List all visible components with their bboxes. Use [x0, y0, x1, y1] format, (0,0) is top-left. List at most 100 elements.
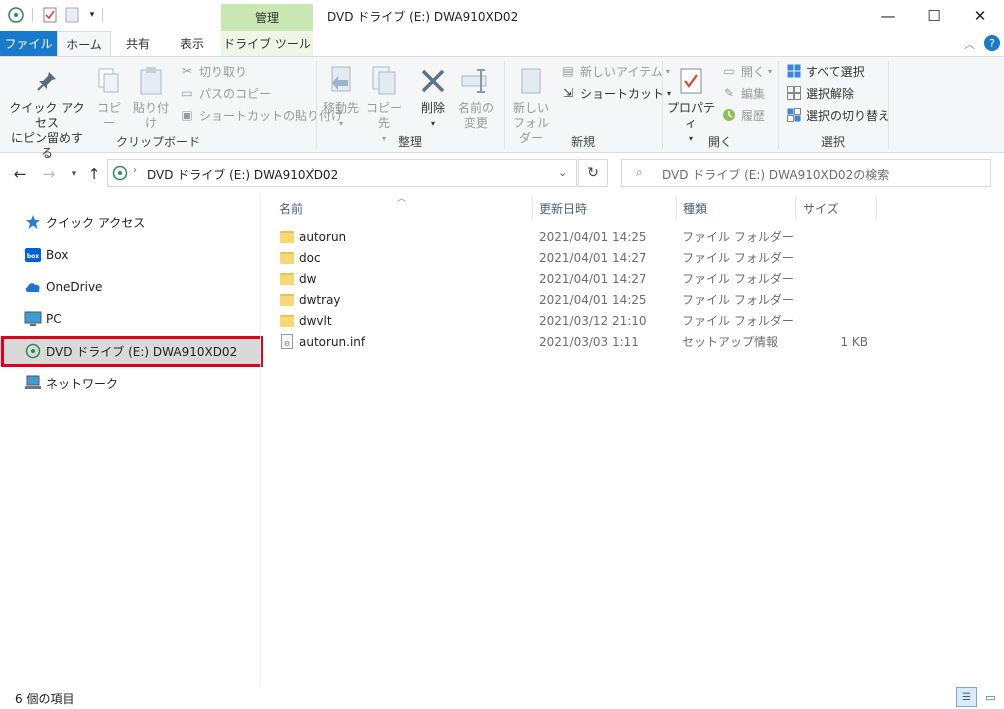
- tab-view[interactable]: 表示: [165, 31, 219, 56]
- forward-button[interactable]: →: [38, 163, 60, 185]
- details-view-button[interactable]: ☰: [956, 687, 977, 707]
- paste-shortcut-button[interactable]: ▣ ショートカットの貼り付け: [179, 105, 343, 125]
- column-divider[interactable]: [676, 196, 677, 220]
- delete-x-icon: [417, 65, 449, 97]
- box-icon: box: [24, 246, 42, 264]
- maximize-button[interactable]: ☐: [911, 0, 957, 31]
- table-row[interactable]: dwtray 2021/04/01 14:25 ファイル フォルダー: [276, 289, 876, 310]
- file-date: 2021/04/01 14:27: [539, 250, 647, 265]
- invert-selection-button[interactable]: 選択の切り替え: [786, 105, 890, 125]
- up-button[interactable]: ↑: [83, 163, 105, 185]
- dropdown-arrow-icon: ▾: [768, 66, 773, 76]
- column-header-name[interactable]: 名前: [279, 198, 303, 218]
- table-row[interactable]: dw 2021/04/01 14:27 ファイル フォルダー: [276, 268, 876, 289]
- paste-button[interactable]: 貼り付け: [128, 65, 174, 131]
- search-input[interactable]: ⌕ DVD ドライブ (E:) DWA910XD02の検索: [621, 159, 991, 187]
- nav-item-box[interactable]: box Box: [0, 240, 262, 270]
- nav-item-pc[interactable]: PC: [0, 304, 262, 334]
- item-count: 6 個の項目: [15, 692, 75, 706]
- nav-item-network[interactable]: ネットワーク: [0, 368, 262, 398]
- star-icon: [24, 213, 42, 231]
- table-row[interactable]: autorun 2021/04/01 14:25 ファイル フォルダー: [276, 226, 876, 247]
- file-date: 2021/03/12 21:10: [539, 313, 647, 328]
- nav-item-label: PC: [46, 312, 62, 326]
- properties-icon: [675, 65, 707, 97]
- select-all-button[interactable]: すべて選択: [786, 61, 865, 81]
- tab-share[interactable]: 共有: [111, 31, 165, 56]
- copy-path-button[interactable]: ▭ パスのコピー: [179, 83, 271, 103]
- nav-item-label: クイック アクセス: [46, 215, 146, 230]
- large-icons-view-icon: ▭: [985, 690, 996, 704]
- recent-locations-dropdown-icon[interactable]: ▾: [63, 163, 85, 185]
- collapse-ribbon-icon[interactable]: ︿: [964, 36, 975, 52]
- large-icons-view-button[interactable]: ▭: [980, 687, 1001, 707]
- nav-item-onedrive[interactable]: OneDrive: [0, 272, 262, 302]
- select-all-icon: [786, 63, 802, 79]
- customize-qa-dropdown-icon[interactable]: ▾: [84, 7, 100, 23]
- column-divider[interactable]: [795, 196, 796, 220]
- column-divider[interactable]: [876, 196, 877, 220]
- copy-label: コピー: [96, 101, 121, 130]
- column-divider[interactable]: [532, 196, 533, 220]
- breadcrumb-chevron-icon[interactable]: ›: [311, 165, 315, 176]
- copy-to-icon: [368, 65, 400, 97]
- breadcrumb-current[interactable]: DVD ドライブ (E:) DWA910XD02: [147, 166, 338, 183]
- folder-icon: [280, 272, 294, 285]
- group-label-organize: 整理: [397, 135, 422, 149]
- paste-label: 貼り付け: [132, 101, 169, 130]
- folder-icon: [280, 293, 294, 306]
- file-size: 1 KB: [840, 334, 868, 349]
- help-icon[interactable]: ?: [984, 35, 1000, 51]
- sort-ascending-icon: ︿: [397, 194, 407, 204]
- address-bar[interactable]: › DVD ドライブ (E:) DWA910XD02 › ⌄: [107, 159, 577, 187]
- invert-selection-label: 選択の切り替え: [806, 108, 891, 123]
- context-tab-manage: 管理: [221, 4, 313, 31]
- tab-file[interactable]: ファイル: [0, 31, 57, 56]
- pane-divider[interactable]: [260, 193, 261, 685]
- rename-button[interactable]: 名前の 変更: [455, 65, 497, 131]
- delete-button[interactable]: 削除 ▾: [414, 65, 452, 131]
- navigation-pane: クイック アクセス box Box OneDrive PC DVD ドライブ (…: [0, 193, 262, 685]
- group-label-new: 新規: [570, 135, 595, 149]
- pin-icon: [31, 65, 63, 97]
- new-item-button[interactable]: ▤ 新しいアイテム ▾: [560, 61, 670, 81]
- file-size: [796, 247, 868, 268]
- address-history-dropdown-icon[interactable]: ⌄: [558, 166, 567, 179]
- file-date: 2021/04/01 14:25: [539, 229, 647, 244]
- open-button[interactable]: ▭ 開く ▾: [721, 61, 772, 81]
- tab-home[interactable]: ホーム: [57, 31, 111, 56]
- edit-button[interactable]: ✎ 編集: [721, 83, 765, 103]
- move-to-button[interactable]: 移動先 ▾: [320, 65, 362, 131]
- back-button[interactable]: ←: [9, 163, 31, 185]
- refresh-button[interactable]: ↻: [578, 159, 608, 187]
- history-button[interactable]: 履歴: [721, 105, 765, 125]
- copy-button[interactable]: コピー: [92, 65, 126, 131]
- select-none-button[interactable]: 選択解除: [786, 83, 854, 103]
- divider: [888, 61, 889, 149]
- easy-access-shortcut-button[interactable]: ⇲ ショートカット ▾: [560, 83, 671, 103]
- svg-text:box: box: [27, 253, 39, 260]
- column-header-size[interactable]: サイズ: [803, 198, 839, 218]
- title-bar: ▾ 管理 DVD ドライブ (E:) DWA910XD02 — ☐ ✕: [0, 0, 1004, 31]
- minimize-button[interactable]: —: [865, 0, 911, 31]
- rename-label-line1: 名前の: [457, 101, 494, 115]
- new-folder-qa-icon[interactable]: [64, 7, 80, 23]
- table-row[interactable]: dwvlt 2021/03/12 21:10 ファイル フォルダー: [276, 310, 876, 331]
- group-label-clipboard: クリップボード: [115, 135, 200, 149]
- folder-icon: [280, 230, 294, 243]
- tab-drive-tools[interactable]: ドライブ ツール: [221, 31, 313, 56]
- search-placeholder: DVD ドライブ (E:) DWA910XD02の検索: [662, 168, 890, 182]
- properties-qa-icon[interactable]: [42, 7, 58, 23]
- column-header-date[interactable]: 更新日時: [539, 198, 587, 218]
- close-button[interactable]: ✕: [957, 0, 1003, 31]
- ribbon: クイック アクセス にピン留めする コピー 貼り付け ✂ 切り取り ▭ パスのコピー…: [0, 56, 1004, 160]
- column-header-type[interactable]: 種類: [683, 198, 707, 218]
- table-row[interactable]: doc 2021/04/01 14:27 ファイル フォルダー: [276, 247, 876, 268]
- cut-button[interactable]: ✂ 切り取り: [179, 61, 247, 81]
- history-icon: [721, 107, 737, 123]
- nav-item-quick-access[interactable]: クイック アクセス: [0, 207, 262, 237]
- group-label-open: 開く: [707, 135, 732, 149]
- select-all-label: すべて選択: [806, 64, 865, 79]
- copy-path-icon: ▭: [181, 86, 193, 100]
- table-row[interactable]: ⚙ autorun.inf 2021/03/03 1:11 セットアップ情報 1 …: [276, 331, 876, 352]
